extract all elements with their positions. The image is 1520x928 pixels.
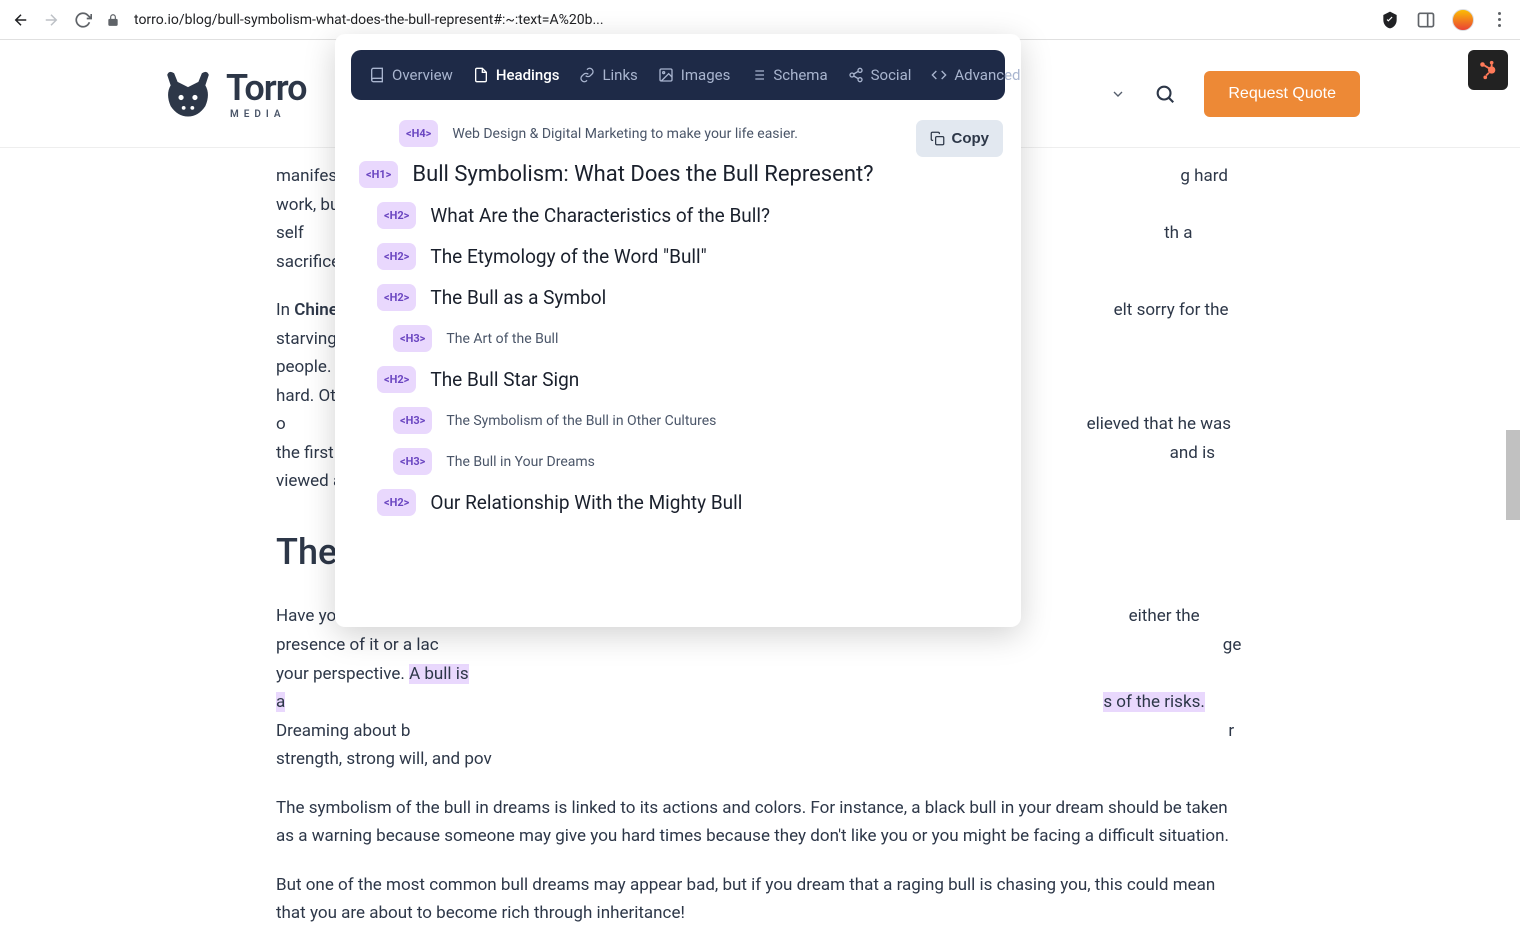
- heading-level-badge: <H1>: [359, 161, 398, 188]
- paragraph: But one of the most common bull dreams m…: [276, 871, 1244, 928]
- logo-text: Torro: [226, 67, 307, 109]
- heading-level-badge: <H2>: [377, 202, 416, 229]
- paragraph: Have yoxxxxxxxxxxxxxxxxxxxxxxxxxxxxxxxxx…: [276, 602, 1244, 773]
- back-icon[interactable]: [12, 11, 30, 29]
- reload-icon[interactable]: [74, 11, 92, 29]
- profile-avatar[interactable]: [1452, 9, 1474, 31]
- forward-icon[interactable]: [42, 11, 60, 29]
- heading-row[interactable]: <H2> The Bull as a Symbol: [377, 284, 1003, 311]
- logo-subtext: MEDIA: [230, 109, 307, 120]
- tab-social[interactable]: Social: [848, 66, 912, 84]
- lock-icon[interactable]: [106, 13, 120, 27]
- heading-row[interactable]: <H4> Web Design & Digital Marketing to ma…: [399, 120, 1003, 147]
- heading-level-badge: <H2>: [377, 243, 416, 270]
- copy-button[interactable]: Copy: [916, 120, 1004, 157]
- tab-label: Schema: [773, 66, 827, 84]
- heading-text: The Art of the Bull: [446, 331, 558, 347]
- tab-overview[interactable]: Overview: [369, 66, 453, 84]
- heading-text: Our Relationship With the Mighty Bull: [430, 491, 742, 514]
- ext-tab-bar: Overview Headings Links Images Schema So…: [351, 50, 1005, 100]
- page-scrollbar-thumb[interactable]: [1506, 430, 1520, 520]
- tab-advanced[interactable]: Advanced: [931, 66, 1020, 84]
- tab-label: Advanced: [954, 66, 1020, 84]
- heading-text: The Bull Star Sign: [430, 368, 579, 391]
- heading-row[interactable]: <H2> Our Relationship With the Mighty Bul…: [377, 489, 1003, 516]
- tab-label: Headings: [496, 66, 560, 84]
- tab-label: Links: [602, 66, 637, 84]
- heading-level-badge: <H2>: [377, 284, 416, 311]
- heading-level-badge: <H3>: [393, 325, 432, 352]
- tab-headings[interactable]: Headings: [473, 66, 560, 84]
- link-icon: [579, 67, 595, 83]
- heading-row[interactable]: <H3> The Symbolism of the Bull in Other C…: [393, 407, 1003, 434]
- heading-text: Web Design & Digital Marketing to make y…: [452, 126, 798, 142]
- kebab-menu-icon[interactable]: [1490, 11, 1508, 29]
- header-right: Request Quote: [1110, 71, 1360, 117]
- heading-row[interactable]: <H2> The Bull Star Sign: [377, 366, 1003, 393]
- tab-label: Social: [871, 66, 912, 84]
- url-text[interactable]: torro.io/blog/bull-symbolism-what-does-t…: [134, 12, 604, 28]
- tab-schema[interactable]: Schema: [750, 66, 827, 84]
- tab-images[interactable]: Images: [658, 66, 731, 84]
- heading-level-badge: <H3>: [393, 448, 432, 475]
- request-quote-button[interactable]: Request Quote: [1204, 71, 1360, 117]
- heading-level-badge: <H2>: [377, 489, 416, 516]
- hubspot-icon: [1477, 59, 1499, 81]
- heading-text: The Symbolism of the Bull in Other Cultu…: [446, 413, 716, 429]
- paragraph: The symbolism of the bull in dreams is l…: [276, 794, 1244, 851]
- hubspot-badge[interactable]: [1468, 50, 1508, 90]
- seo-extension-panel: Overview Headings Links Images Schema So…: [335, 34, 1021, 627]
- nav-arrows: [12, 11, 60, 29]
- heading-row[interactable]: <H2> What Are the Characteristics of the …: [377, 202, 1003, 229]
- copy-icon: [930, 131, 945, 146]
- ext-headings-list: Copy <H4> Web Design & Digital Marketing …: [335, 116, 1021, 627]
- heading-level-badge: <H2>: [377, 366, 416, 393]
- chevron-down-icon[interactable]: [1110, 86, 1126, 102]
- document-icon: [473, 67, 489, 83]
- shield-icon[interactable]: [1380, 10, 1400, 30]
- code-icon: [931, 67, 947, 83]
- tab-label: Overview: [392, 66, 453, 84]
- share-icon: [848, 67, 864, 83]
- page-scrollbar[interactable]: [1506, 40, 1520, 823]
- list-icon: [750, 67, 766, 83]
- book-icon: [369, 67, 385, 83]
- heading-row[interactable]: <H2> The Etymology of the Word "Bull": [377, 243, 1003, 270]
- search-icon[interactable]: [1154, 83, 1176, 105]
- sidepanel-icon[interactable]: [1416, 10, 1436, 30]
- bull-logo-icon: [160, 68, 216, 120]
- heading-text: Bull Symbolism: What Does the Bull Repre…: [412, 162, 873, 187]
- heading-text: The Bull as a Symbol: [430, 286, 606, 309]
- heading-row[interactable]: <H3> The Art of the Bull: [393, 325, 1003, 352]
- site-logo[interactable]: Torro MEDIA: [160, 67, 307, 120]
- heading-row[interactable]: <H1> Bull Symbolism: What Does the Bull R…: [359, 161, 1003, 188]
- image-icon: [658, 67, 674, 83]
- tab-label: Images: [681, 66, 731, 84]
- heading-level-badge: <H4>: [399, 120, 438, 147]
- heading-text: The Bull in Your Dreams: [446, 454, 595, 470]
- heading-level-badge: <H3>: [393, 407, 432, 434]
- heading-text: What Are the Characteristics of the Bull…: [430, 204, 770, 227]
- heading-row[interactable]: <H3> The Bull in Your Dreams: [393, 448, 1003, 475]
- tab-links[interactable]: Links: [579, 66, 637, 84]
- heading-text: The Etymology of the Word "Bull": [430, 245, 706, 268]
- browser-right: [1380, 9, 1508, 31]
